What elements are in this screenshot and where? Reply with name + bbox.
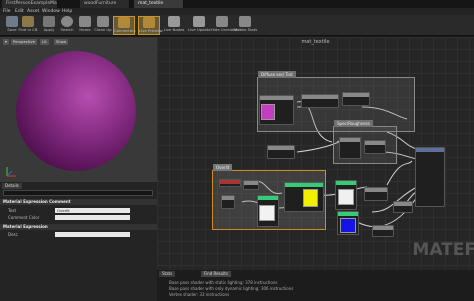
node-header (365, 188, 387, 192)
overlit-lerp-node[interactable] (221, 195, 235, 209)
details-panel: Details Material Expression Comment Text… (0, 182, 157, 301)
details-search-input[interactable] (3, 190, 153, 196)
diffuse-texture-swatch (261, 104, 275, 120)
stats-line: Base pass shader with only dynamic light… (169, 286, 294, 291)
clean-up-button[interactable]: Clean Up (92, 16, 114, 35)
node-header (365, 141, 385, 145)
menu-bar: File Edit Asset Window Help (0, 8, 474, 15)
white-swatch (259, 205, 275, 221)
node-header (394, 202, 412, 206)
fresnel-node[interactable] (372, 225, 394, 237)
text-label: Text (8, 208, 17, 213)
node-header (258, 196, 278, 200)
results-panel: Stats Find Results Base pass shader with… (157, 270, 474, 301)
comment-color-label: Comment Color (8, 215, 40, 220)
text-field[interactable]: Overlit (55, 208, 130, 213)
comment-color-swatch[interactable] (55, 215, 130, 220)
output-header (416, 148, 444, 152)
texture-coordinate-node[interactable] (301, 94, 339, 108)
menu-asset[interactable]: Asset (27, 8, 39, 15)
node-header (220, 180, 240, 184)
scalar-parameter-node[interactable] (267, 145, 295, 159)
stats-line: Base pass shader with static lighting: 3… (169, 280, 278, 285)
viewport-options-button[interactable]: ▾ (3, 39, 9, 45)
node-header (268, 146, 294, 150)
node-header (343, 93, 369, 97)
overlit-add-node[interactable] (243, 180, 259, 190)
live-update-icon (193, 16, 205, 27)
desc-field[interactable] (55, 232, 130, 237)
tab-woodfurniture[interactable]: woodFurniture (80, 0, 130, 8)
hide-unrelated-icon (216, 16, 228, 27)
perspective-button[interactable]: Perspective (11, 39, 37, 45)
menu-edit[interactable]: Edit (15, 8, 24, 15)
node-header (336, 181, 356, 185)
material-output-node[interactable] (415, 147, 445, 207)
comment-spec-roughness-title: Spec/Roughness (334, 120, 373, 127)
find-in-cb-button[interactable]: Find in CB (17, 16, 39, 35)
mobile-stats-button[interactable]: Mobile Stats (234, 16, 257, 35)
axis-gizmo-icon (6, 167, 16, 177)
apply-icon (43, 16, 55, 27)
node-header (285, 183, 323, 187)
cleanup-icon (97, 16, 109, 27)
menu-file[interactable]: File (3, 8, 11, 15)
home-icon (79, 16, 91, 27)
show-button[interactable]: Show (54, 39, 69, 45)
live-preview-button[interactable]: Live Preview (138, 16, 163, 35)
tab-find-results[interactable]: Find Results (201, 271, 231, 277)
yellow-swatch (303, 189, 318, 207)
desc-label: Desc (8, 232, 18, 237)
find-icon (22, 16, 34, 27)
node-header (338, 212, 358, 216)
toolbar: Save Find in CB Apply Search Home Clean … (0, 15, 474, 36)
comment-diffuse-tint-title: Diffuse and Tint (258, 71, 296, 78)
live-nodes-button[interactable]: Live Nodes (163, 16, 185, 35)
multiply-node[interactable] (342, 92, 370, 106)
power-node[interactable] (393, 201, 413, 213)
search-icon (61, 16, 73, 27)
blue-swatch (340, 218, 356, 233)
node-header (340, 138, 360, 142)
live-update-button[interactable]: Live Update (188, 16, 211, 35)
live-preview-icon (143, 17, 155, 28)
node-header (302, 95, 338, 99)
mobile-stats-icon (239, 16, 251, 27)
material-watermark: MATEF (412, 240, 474, 260)
hide-unrelated-button[interactable]: Hide Unrelated (211, 16, 239, 35)
overlit-param-node[interactable] (219, 179, 241, 187)
connectors-icon (118, 17, 130, 28)
material-graph[interactable]: mat_textile Diffuse and Tint Spec/Roughn… (157, 37, 474, 270)
menu-window[interactable]: Window (42, 8, 60, 15)
menu-help[interactable]: Help (62, 8, 72, 15)
tab-details[interactable]: Details (2, 183, 22, 189)
spec-node[interactable] (339, 137, 361, 159)
stats-line: Vertex shader: 33 instructions (169, 292, 230, 297)
preview-viewport[interactable]: ▾ Perspective Lit Show (0, 37, 157, 182)
roughness-node[interactable] (364, 140, 386, 154)
lerp-node[interactable] (364, 187, 388, 201)
tab-mat-textile[interactable]: mat_textile (134, 0, 184, 8)
material-preview-sphere (16, 51, 136, 171)
node-header (222, 196, 234, 200)
node-header (260, 96, 293, 100)
section-comment[interactable]: Material Expression Comment (0, 199, 157, 205)
node-header (373, 226, 393, 230)
title-bar: FirstPersonExampleMap woodFurniture mat_… (0, 0, 474, 8)
section-expression[interactable]: Material Expression (0, 224, 157, 230)
node-header (244, 181, 258, 185)
connectors-button[interactable]: Connectors (113, 16, 136, 35)
tab-stats[interactable]: Stats (159, 271, 176, 277)
comment-overlit-title: Overlit (213, 164, 233, 171)
tab-map[interactable]: FirstPersonExampleMap (2, 0, 58, 8)
lit-button[interactable]: Lit (40, 39, 49, 45)
white-constant-swatch (338, 189, 354, 205)
live-nodes-icon (168, 16, 180, 27)
